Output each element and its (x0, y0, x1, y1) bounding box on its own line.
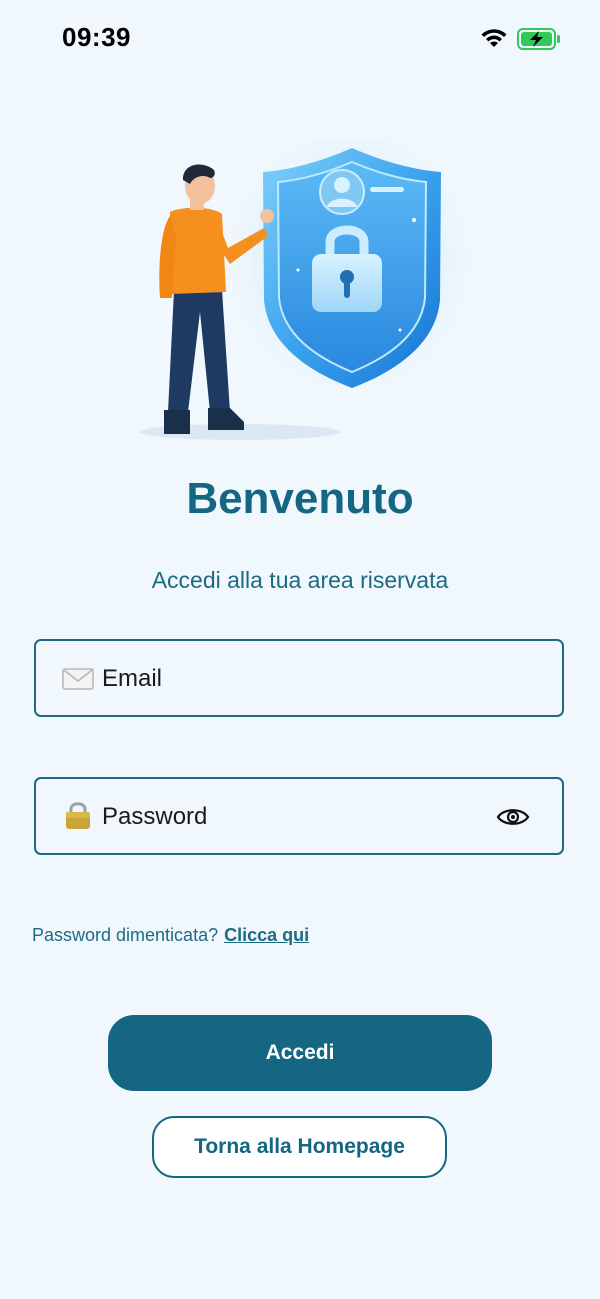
battery-charging-icon (517, 28, 560, 50)
hero-illustration (140, 140, 470, 440)
password-field[interactable] (34, 777, 564, 855)
status-time: 09:39 (62, 22, 131, 52)
password-input[interactable] (102, 797, 502, 837)
email-field[interactable] (34, 639, 564, 717)
page-subtitle: Accedi alla tua area riservata (151, 567, 449, 593)
forgot-password-text: Password dimenticata? (32, 925, 219, 945)
page-title: Benvenuto (186, 474, 414, 523)
email-input[interactable] (102, 659, 502, 699)
back-to-homepage-button[interactable]: Torna alla Homepage (152, 1116, 447, 1178)
forgot-password-row: Password dimenticata? Clicca qui (32, 925, 309, 946)
wifi-icon (481, 29, 507, 47)
padlock-icon (66, 802, 90, 829)
eye-icon[interactable] (496, 805, 530, 829)
forgot-password-link[interactable]: Clicca qui (224, 925, 309, 945)
envelope-icon (62, 668, 94, 690)
login-screen: 09:39 Benvenuto Accedi alla tua area ris… (0, 0, 600, 1299)
login-button[interactable]: Accedi (108, 1015, 492, 1091)
